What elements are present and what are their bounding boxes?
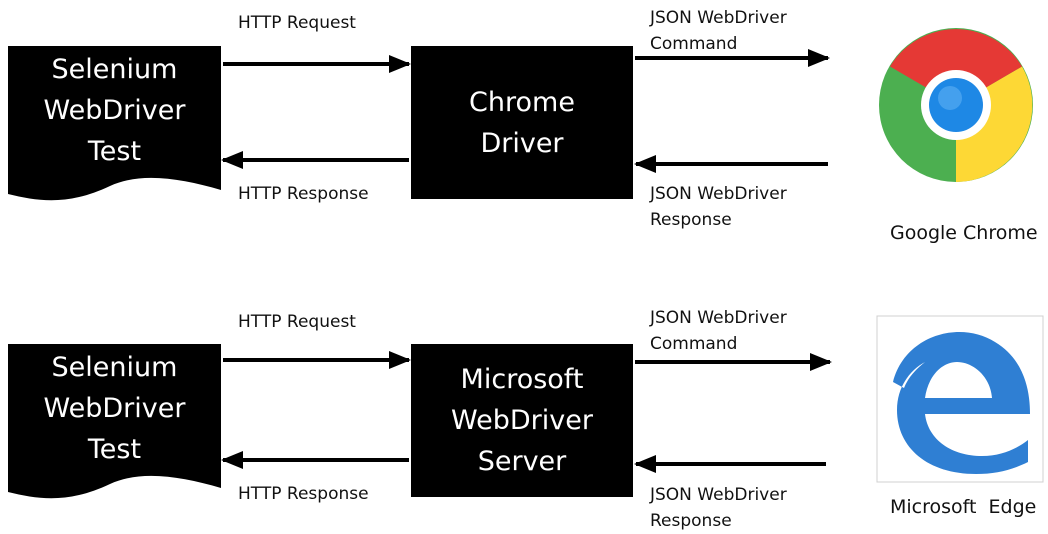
- box-text-line: WebDriver: [43, 392, 186, 424]
- selenium-test-box: Selenium WebDriver Test: [8, 344, 221, 472]
- browser-name-label: Google Chrome: [890, 222, 1038, 244]
- box-text-line: Selenium: [51, 53, 178, 85]
- label-line: JSON WebDriver: [650, 485, 787, 505]
- microsoft-webdriver-server-box: Microsoft WebDriver Server: [411, 344, 633, 497]
- box-text-line: Driver: [480, 127, 564, 159]
- label-line: JSON WebDriver: [650, 308, 787, 328]
- box-text-line: WebDriver: [43, 94, 186, 126]
- label-line: Command: [650, 34, 738, 54]
- browser-name-label: Microsoft Edge: [890, 496, 1037, 518]
- json-command-label: JSON WebDriver Command: [650, 5, 787, 57]
- box-text-line: Test: [87, 433, 142, 465]
- label-line: Response: [650, 210, 732, 230]
- chrome-logo-icon: [879, 28, 1033, 182]
- box-text-line: Microsoft: [460, 364, 584, 395]
- label-line: JSON WebDriver: [650, 184, 787, 204]
- json-command-label: JSON WebDriver Command: [650, 305, 787, 357]
- chrome-driver-box: Chrome Driver: [411, 46, 633, 199]
- box-text-line: WebDriver: [451, 405, 593, 436]
- edge-logo-icon: [876, 315, 1044, 483]
- http-request-label: HTTP Request: [238, 13, 356, 33]
- box-text-line: Server: [477, 446, 567, 477]
- json-response-label: JSON WebDriver Response: [650, 482, 787, 534]
- http-response-label: HTTP Response: [238, 184, 369, 204]
- label-line: Command: [650, 334, 738, 354]
- http-response-label: HTTP Response: [238, 484, 369, 504]
- label-line: JSON WebDriver: [650, 8, 787, 28]
- box-text-line: Chrome: [469, 86, 575, 118]
- box-text-line: Test: [87, 135, 142, 167]
- http-request-label: HTTP Request: [238, 312, 356, 332]
- label-line: Response: [650, 511, 732, 531]
- selenium-test-box: Selenium WebDriver Test: [8, 46, 221, 174]
- box-text-line: Selenium: [51, 351, 178, 383]
- json-response-label: JSON WebDriver Response: [650, 181, 787, 233]
